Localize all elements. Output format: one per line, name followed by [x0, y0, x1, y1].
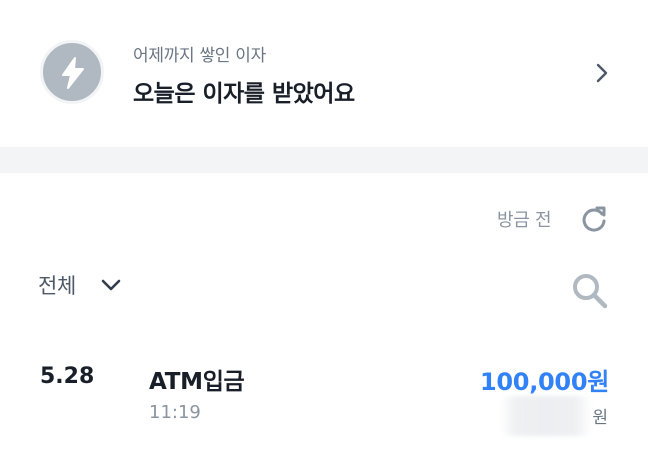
transaction-amount: 100,000원 [480, 368, 609, 396]
transaction-title: ATM입금 [149, 369, 245, 395]
lightning-bolt-icon [62, 57, 84, 89]
transaction-date: 5.28 [40, 364, 95, 389]
transaction-time: 11:19 [149, 402, 201, 423]
section-divider [0, 147, 648, 173]
interest-card[interactable]: 어제까지 쌓인 이자 오늘은 이자를 받았어요 [0, 0, 648, 147]
transaction-row[interactable]: 5.28 ATM입금 11:19 100,000원 원 [0, 350, 648, 440]
chevron-down-icon [101, 279, 121, 291]
bolt-badge [40, 40, 104, 104]
search-icon[interactable] [571, 272, 609, 310]
filter-dropdown[interactable]: 전체 [38, 270, 121, 302]
interest-title: 오늘은 이자를 받았어요 [133, 81, 355, 107]
balance-unit: 원 [592, 408, 608, 428]
chevron-right-icon[interactable] [592, 62, 612, 84]
interest-subtitle: 어제까지 쌓인 이자 [133, 46, 266, 66]
refresh-time-label: 방금 전 [497, 210, 552, 231]
balance-redacted [500, 396, 592, 436]
refresh-icon[interactable] [580, 204, 608, 234]
filter-label: 전체 [38, 274, 77, 298]
